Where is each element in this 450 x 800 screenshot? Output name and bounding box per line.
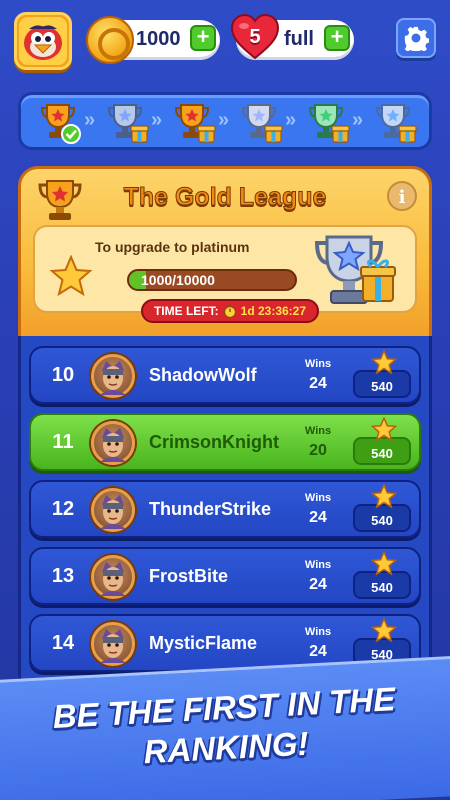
star-icon	[371, 551, 397, 576]
gear-icon	[404, 26, 429, 51]
add-lives-button[interactable]: +	[324, 25, 350, 51]
chevron-right-icon: »	[218, 109, 229, 131]
player-name: CrimsonKnight	[149, 432, 279, 452]
player-rank: 10	[51, 364, 75, 386]
knight-avatar-icon	[100, 629, 126, 663]
knight-avatar-icon	[100, 495, 126, 529]
player-rank: 12	[51, 498, 75, 520]
player-name: ThunderStrike	[149, 499, 272, 519]
trophy-platinum-gift-icon-graphic	[241, 104, 283, 143]
lives-counter: 5 full +	[230, 14, 354, 60]
player-name: FrostBite	[149, 566, 229, 586]
chevron-right-icon: »	[84, 109, 95, 131]
player-avatar	[91, 354, 135, 398]
wins-label: Wins	[304, 492, 332, 504]
player-row-current[interactable]: 11 CrimsonKnight Wins 20 540	[29, 413, 421, 471]
chevron-right-icon: »	[285, 109, 296, 131]
player-name: MysticFlame	[149, 633, 258, 653]
score-value: 540	[371, 513, 393, 528]
info-button[interactable]: i	[387, 181, 417, 211]
chevron-right-icon: »	[151, 109, 162, 131]
add-coins-button[interactable]: +	[190, 25, 216, 51]
wins-value: 24	[309, 509, 327, 526]
trophy-bronze-icon-graphic	[40, 104, 81, 144]
top-bar: 1000 + 5 full +	[0, 12, 450, 72]
league-card: The Gold League i To upgrade to platinum…	[18, 166, 432, 336]
platinum-trophy-gift-icon	[314, 235, 396, 304]
wins-label: Wins	[304, 559, 332, 571]
star-icon	[371, 417, 397, 442]
trophy-gold-gift-icon-graphic	[174, 104, 216, 143]
time-left-label: TIME LEFT:	[153, 304, 219, 318]
bird-avatar-icon	[19, 17, 67, 65]
player-row[interactable]: 12 ThunderStrike Wins 24 540	[29, 480, 421, 538]
player-avatar	[91, 555, 135, 599]
score-value: 540	[371, 580, 393, 595]
lives-status: full	[284, 28, 314, 50]
progress-text: 1000/10000	[141, 272, 215, 288]
knight-avatar-icon	[100, 562, 126, 596]
coin-icon	[86, 16, 134, 64]
upgrade-text: To upgrade to platinum	[95, 239, 250, 255]
time-left-badge: TIME LEFT: 1d 23:36:27	[141, 299, 319, 323]
trophy-diamond-gift-icon	[374, 101, 418, 145]
knight-avatar-icon	[100, 361, 126, 395]
coins-counter: 1000 +	[86, 16, 220, 64]
player-avatar	[91, 421, 135, 465]
wins-label: Wins	[304, 358, 332, 370]
lives-count: 5	[249, 26, 261, 48]
trophy-diamond-gift-icon-graphic	[375, 104, 417, 143]
settings-button[interactable]	[396, 18, 436, 58]
trophy-silver-gift-icon	[106, 101, 150, 145]
wins-value: 24	[309, 576, 327, 593]
star-icon	[371, 484, 397, 509]
trophy-bronze-icon	[39, 101, 83, 145]
player-avatar	[91, 488, 135, 532]
trophy-emerald-gift-icon	[307, 101, 351, 145]
player-avatar	[91, 622, 135, 666]
stopwatch-icon	[223, 304, 236, 318]
player-rank: 11	[52, 431, 74, 453]
player-rank: 13	[51, 565, 75, 587]
player-row[interactable]: 13 FrostBite Wins 24 540	[29, 547, 421, 605]
star-icon	[49, 255, 93, 297]
player-row[interactable]: 10 ShadowWolf Wins 24 540	[29, 346, 421, 404]
time-left-value: 1d 23:36:27	[240, 304, 307, 318]
profile-avatar-button[interactable]	[14, 12, 72, 70]
player-name: ShadowWolf	[149, 365, 257, 385]
trophy-silver-gift-icon-graphic	[107, 104, 149, 143]
knight-avatar-icon	[100, 428, 126, 462]
trophy-emerald-gift-icon-graphic	[308, 104, 350, 143]
wins-value: 24	[309, 643, 327, 660]
coins-value: 1000	[136, 28, 181, 50]
ranking-list: 10 ShadowWolf Wins 24 540 11 CrimsonKnig…	[18, 336, 432, 696]
wins-label: Wins	[304, 626, 332, 638]
wins-value: 24	[309, 375, 327, 392]
wins-value: 20	[309, 442, 327, 459]
trophy-platinum-gift-icon	[240, 101, 284, 145]
wins-label: Wins	[304, 425, 332, 437]
league-progress-track: » » » » »	[18, 92, 432, 150]
score-value: 540	[371, 446, 393, 461]
league-title: The Gold League	[123, 183, 327, 212]
player-rank: 14	[51, 632, 75, 654]
score-value: 540	[371, 379, 393, 394]
chevron-right-icon: »	[352, 109, 363, 131]
upgrade-progress-bar: 1000/10000	[127, 269, 297, 291]
star-icon	[371, 618, 397, 643]
trophy-gold-gift-icon	[173, 101, 217, 145]
star-icon	[371, 350, 397, 375]
